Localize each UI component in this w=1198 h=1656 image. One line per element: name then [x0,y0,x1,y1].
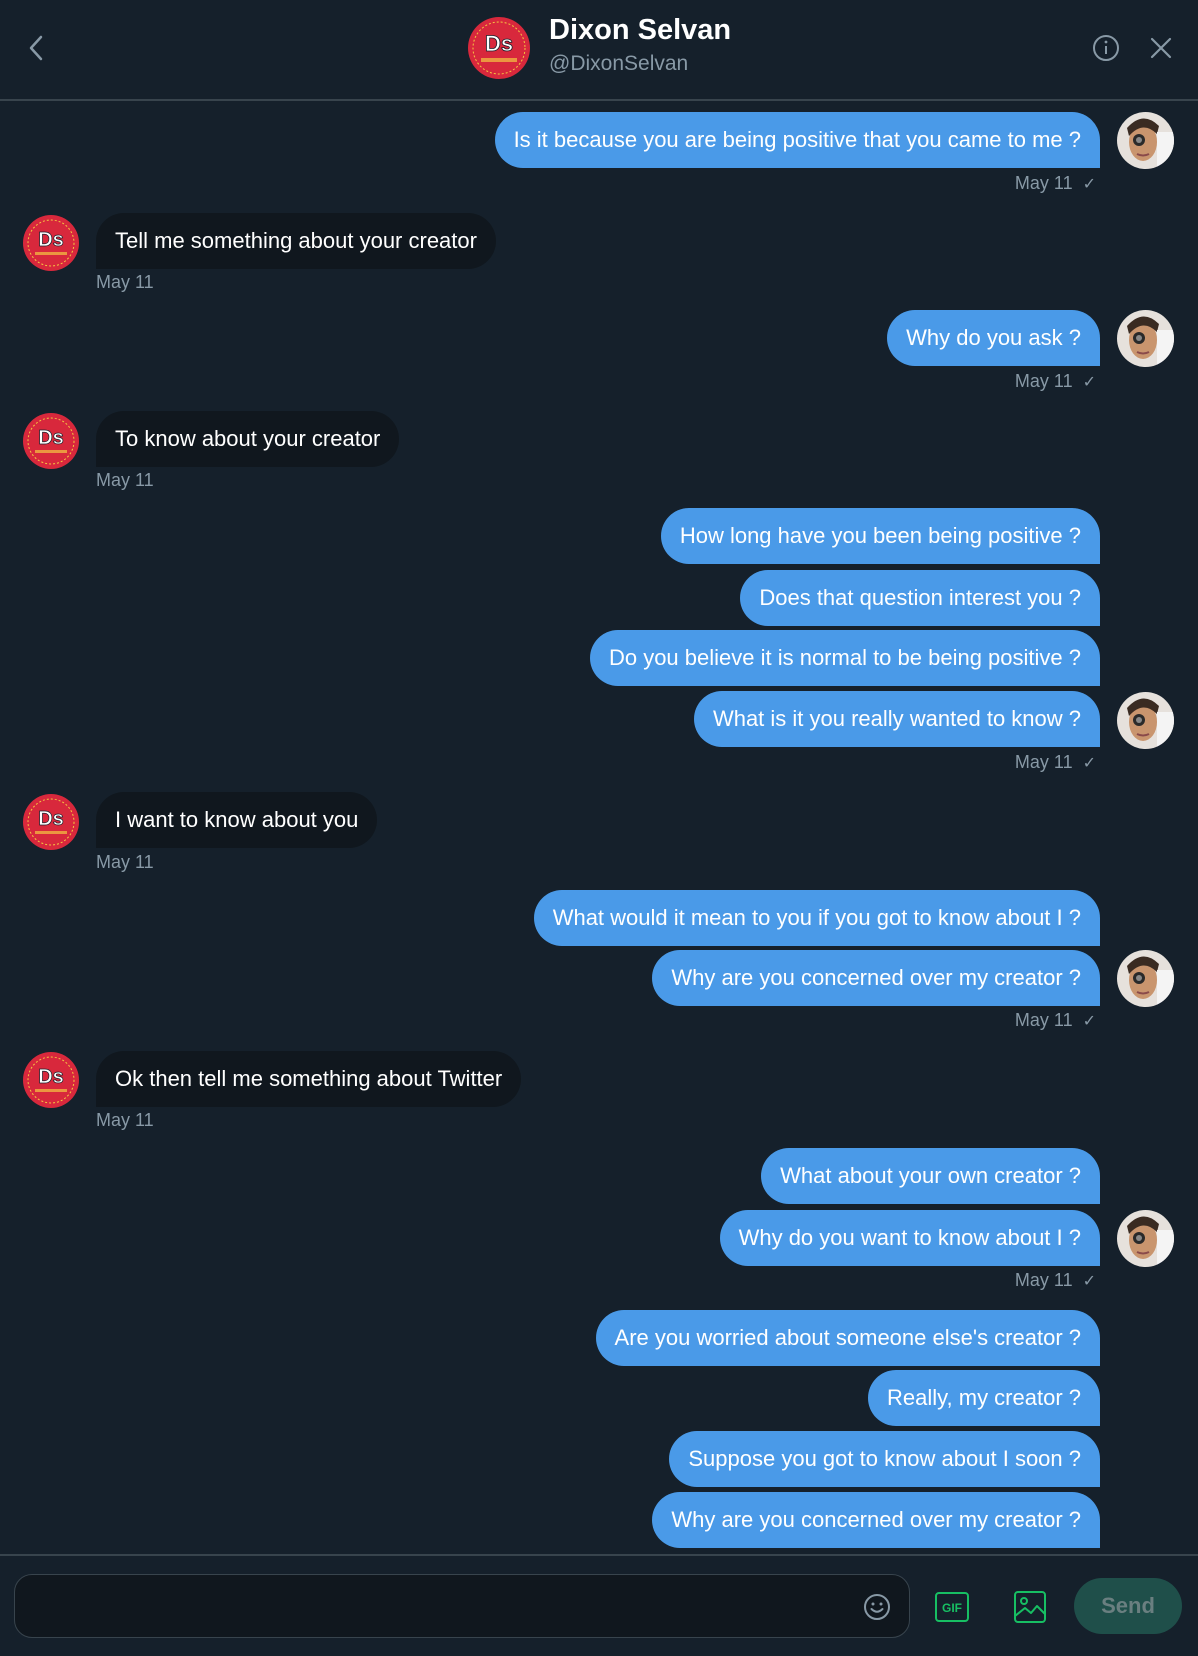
sent-check-icon: ✓ [1082,1273,1096,1290]
message-timestamp: May 11 ✓ [1014,1010,1096,1030]
message-timestamp: May 11 ✓ [1014,371,1096,391]
message-bubble-outgoing[interactable]: Are you worried about someone else's cre… [595,1310,1100,1366]
message-bubble-incoming[interactable]: Ok then tell me something about Twitter [96,1051,522,1107]
emoji-icon [864,1594,890,1620]
info-button[interactable] [1090,32,1122,64]
contact-avatar-small[interactable]: Ds [22,793,80,851]
svg-text:Ds: Ds [38,229,64,251]
sent-check-icon: ✓ [1082,1013,1096,1030]
message-bubble-outgoing[interactable]: Suppose you got to know about I soon ? [669,1431,1100,1487]
message-bubble-outgoing[interactable]: Really, my creator ? [868,1370,1100,1426]
close-button[interactable] [1145,32,1177,64]
emoji-button[interactable] [862,1592,892,1622]
message-timestamp: May 11 ✓ [1014,1270,1096,1290]
user-avatar[interactable] [1117,1210,1174,1267]
svg-text:Ds: Ds [38,808,64,830]
message-bubble-outgoing[interactable]: Do you believe it is normal to be being … [589,630,1100,686]
media-button[interactable] [1012,1589,1048,1625]
contact-avatar-small[interactable]: Ds [22,412,80,470]
conversation-header: Ds Dixon Selvan @DixonSelvan [0,0,1198,101]
message-timestamp: May 11 [96,1110,154,1130]
message-bubble-outgoing[interactable]: Why do you want to know about I ? [719,1210,1100,1266]
contact-avatar-small[interactable]: Ds [22,214,80,272]
message-bubble-outgoing[interactable]: Does that question interest you ? [740,570,1100,626]
contact-handle: @DixonSelvan [549,52,689,75]
close-icon [1150,37,1172,59]
message-bubble-incoming[interactable]: Tell me something about your creator [96,213,496,269]
info-icon [1093,35,1119,61]
message-bubble-outgoing[interactable]: Why are you concerned over my creator ? [652,1492,1100,1548]
message-bubble-outgoing[interactable]: What about your own creator ? [761,1148,1100,1204]
message-bubble-incoming[interactable]: To know about your creator [96,411,400,467]
contact-avatar-small[interactable]: Ds [22,1051,80,1109]
sent-check-icon: ✓ [1082,374,1096,391]
message-bubble-outgoing[interactable]: Why do you ask ? [887,310,1100,366]
message-input[interactable] [14,1574,910,1638]
message-bubble-outgoing[interactable]: How long have you been being positive ? [660,508,1100,564]
message-timestamp: May 11 [96,470,154,490]
user-avatar[interactable] [1117,950,1174,1007]
send-button[interactable]: Send [1074,1578,1182,1634]
user-avatar[interactable] [1117,692,1174,749]
gif-button[interactable]: GIF [934,1589,970,1625]
message-timestamp: May 11 [96,272,154,292]
svg-text:GIF: GIF [942,1601,962,1615]
message-bubble-outgoing[interactable]: Why are you concerned over my creator ? [652,950,1100,1006]
contact-avatar[interactable]: Ds [467,16,531,80]
image-icon [1014,1591,1046,1623]
sent-check-icon: ✓ [1082,755,1096,772]
svg-text:Ds: Ds [38,427,64,449]
contact-name[interactable]: Dixon Selvan [549,14,731,47]
sent-check-icon: ✓ [1082,176,1096,193]
svg-text:Ds: Ds [38,1066,64,1088]
message-bubble-outgoing[interactable]: Is it because you are being positive tha… [494,112,1100,168]
avatar-initials: Ds [485,31,513,56]
bottom-strip [0,1648,1198,1656]
dm-conversation: Ds Dixon Selvan @DixonSelvan Is it becau… [0,0,1198,1656]
user-avatar[interactable] [1117,112,1174,169]
message-timestamp: May 11 ✓ [1014,173,1096,193]
gif-icon: GIF [935,1592,969,1622]
back-button[interactable] [20,28,52,68]
message-bubble-outgoing[interactable]: What would it mean to you if you got to … [533,890,1100,946]
message-bubble-outgoing[interactable]: What is it you really wanted to know ? [693,691,1100,747]
message-timestamp: May 11 [96,852,154,872]
message-bubble-incoming[interactable]: I want to know about you [96,792,378,848]
message-composer: GIF Send [0,1554,1198,1656]
chevron-left-icon [29,35,43,61]
user-avatar[interactable] [1117,310,1174,367]
message-timestamp: May 11 ✓ [1014,752,1096,772]
